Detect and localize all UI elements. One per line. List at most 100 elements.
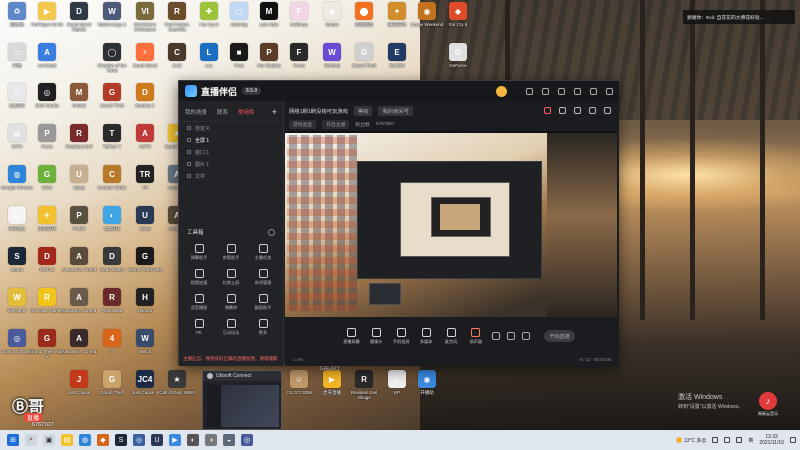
desktop-shortcut[interactable]: ■ Free xyxy=(222,43,256,79)
ubisoft-connect-preview[interactable]: Ubisoft Connect xyxy=(202,370,282,430)
desktop-shortcut[interactable]: ◆ Far Cry 6 xyxy=(441,2,475,38)
desktop-shortcut[interactable]: ▯ QQ音乐 xyxy=(0,83,34,119)
scene-item[interactable]: 窗口 1 xyxy=(179,146,283,158)
notification-center-icon[interactable] xyxy=(790,437,796,443)
desktop-shortcut[interactable]: Q 腾讯QQ xyxy=(0,206,34,242)
desktop-shortcut[interactable]: P Par Studios xyxy=(252,43,286,79)
netease-music-shortcut[interactable]: ♪ 网易云音乐 xyxy=(758,392,778,417)
source-camera-button[interactable]: 摄像头 xyxy=(368,327,385,345)
gift-icon[interactable] xyxy=(544,107,551,114)
desktop-shortcut[interactable]: ◉ Gorge Weekend xyxy=(410,2,444,38)
uplay-icon[interactable]: U xyxy=(151,434,163,446)
task-view-icon[interactable]: ▣ xyxy=(43,434,55,446)
desktop-shortcut[interactable]: D Destiny 2 xyxy=(128,83,162,119)
desktop-shortcut[interactable]: ☺ CS:GO 3DM xyxy=(282,370,316,406)
desktop-shortcut[interactable]: M MafiaII xyxy=(62,83,96,119)
search-icon[interactable]: ⌕ xyxy=(25,434,37,446)
desktop-shortcut[interactable]: F Forza xyxy=(282,43,316,79)
desktop-shortcut[interactable]: ✚ Far Cry 6 xyxy=(192,2,226,38)
tab-contact[interactable]: 联系 xyxy=(217,108,228,116)
desktop-shortcut[interactable]: C CoD xyxy=(160,43,194,79)
source-media-button[interactable]: 多媒体 xyxy=(418,327,435,345)
eye-icon[interactable] xyxy=(507,332,516,340)
desktop-shortcut[interactable]: A Ant-Dash xyxy=(30,43,64,79)
tool-item[interactable]: 礼物上屏 xyxy=(215,269,247,286)
desktop-shortcut[interactable]: ◯ Shadow of the Tomb xyxy=(95,43,129,79)
eye-icon[interactable] xyxy=(187,162,191,166)
desktop-shortcut[interactable]: P PUBG xyxy=(62,206,96,242)
app-icon[interactable]: ◒ xyxy=(223,434,235,446)
source-screen-button[interactable]: 直播屏幕 xyxy=(343,327,360,345)
desktop-shortcut[interactable]: U Uplay xyxy=(128,206,162,242)
desktop-shortcut[interactable]: W Watch xyxy=(128,329,162,365)
desktop-shortcut[interactable]: H Hitman xyxy=(128,288,162,324)
desktop-shortcut[interactable]: ▶ 虎牙直播 xyxy=(315,370,349,406)
app-icon[interactable]: ◆ xyxy=(97,434,109,446)
tool-item[interactable]: 弹幕库 xyxy=(215,294,247,311)
tool-item[interactable]: 弹幕助手 xyxy=(183,244,215,261)
steam-icon[interactable]: S xyxy=(115,434,127,446)
source-phone-button[interactable]: 手机投屏 xyxy=(393,327,410,345)
desktop-shortcut[interactable]: JC4 Just Cause 4 xyxy=(128,370,162,406)
desktop-shortcut[interactable]: R Red Faction Guerrilla xyxy=(160,2,194,38)
desktop-shortcut[interactable]: A Assassin's Creed xyxy=(62,329,96,365)
desktop-shortcut[interactable]: R Red Dead xyxy=(95,288,129,324)
tab-common[interactable]: 常用件 xyxy=(238,108,255,116)
desktop-shortcut[interactable]: L LoL xyxy=(192,43,226,79)
desktop-shortcut[interactable]: ▤ IGTV xyxy=(0,124,34,160)
desktop-shortcut[interactable]: TR TR xyxy=(128,165,162,201)
tool-item[interactable]: 房间管理 xyxy=(247,269,279,286)
desktop-shortcut[interactable]: G Grand Theft xyxy=(95,370,129,406)
desktop-shortcut[interactable]: W Watch Dogs 2 xyxy=(95,2,129,38)
app-icon[interactable]: ◎ xyxy=(133,434,145,446)
chrome-icon[interactable]: ◍ xyxy=(79,434,91,446)
desktop-shortcut[interactable]: R Resident Evil Village xyxy=(347,370,381,406)
desktop-shortcut[interactable]: J Just Cause xyxy=(62,370,96,406)
desktop-shortcut[interactable]: A Assassin's Creed xyxy=(62,288,96,324)
desktop-shortcut[interactable]: A Assassin's Creed xyxy=(62,247,96,283)
file-explorer-icon[interactable]: ▤ xyxy=(61,434,73,446)
app-icon[interactable]: ◐ xyxy=(187,434,199,446)
bag-icon[interactable] xyxy=(574,107,581,114)
close-icon[interactable] xyxy=(606,87,613,95)
desktop-shortcut[interactable]: ▢ wbtchdg xyxy=(222,2,256,38)
desktop-shortcut[interactable]: G Grand Theft Auto V xyxy=(30,329,64,365)
share-icon[interactable] xyxy=(604,107,611,114)
desktop-shortcut[interactable]: W WeMod xyxy=(315,43,349,79)
desktop-shortcut[interactable]: VI Sid Meier's Civilization xyxy=(128,2,162,38)
scene-item[interactable]: 图片 1 xyxy=(179,158,283,170)
desktop-shortcut[interactable]: G Grand Theft xyxy=(347,43,381,79)
app-icon[interactable]: ◑ xyxy=(205,434,217,446)
desktop-shortcut[interactable]: M Lets Sale xyxy=(252,2,286,38)
tab-my-scenes[interactable]: 我的场景 xyxy=(185,108,207,116)
record-icon[interactable] xyxy=(492,332,501,340)
minimize-icon[interactable] xyxy=(574,87,581,95)
stream-preview[interactable] xyxy=(285,131,617,317)
desktop-shortcut[interactable]: A ASTR xyxy=(128,124,162,160)
desktop-shortcut[interactable]: ♻ 回收站 xyxy=(0,2,34,38)
clock[interactable]: 13:32 2021/11/16 xyxy=(759,434,784,446)
ubisoft-connect-icon[interactable]: ◎ xyxy=(241,434,253,446)
scene-item[interactable]: 全屏 1 xyxy=(179,134,283,146)
desktop-shortcut[interactable]: T Tekken 7 xyxy=(95,124,129,160)
desktop-shortcut[interactable]: ▶ PotPlayer 64 bit xyxy=(30,2,64,38)
desktop-shortcut[interactable]: ◎ OBS Studio xyxy=(30,83,64,119)
bell-icon[interactable] xyxy=(589,107,596,114)
weather-widget[interactable]: 13°C 多云 xyxy=(675,437,706,444)
desktop-shortcut[interactable]: 44 xyxy=(95,329,129,365)
start-stream-button[interactable]: 开始直播 xyxy=(544,330,576,342)
microphone-button[interactable]: 麦克风 xyxy=(443,327,460,345)
speaker-button[interactable]: 扬声器 xyxy=(467,327,484,345)
desktop-shortcut[interactable]: ☻ Steam xyxy=(315,2,349,38)
desktop-shortcut[interactable]: ⚡ Dead Island xyxy=(128,43,162,79)
desktop-shortcut[interactable]: ◉ 开播助 xyxy=(410,370,444,406)
desktop-shortcut[interactable]: ✦ 腾讯游戏 xyxy=(380,2,414,38)
settings-icon[interactable] xyxy=(542,87,549,95)
desktop-shortcut[interactable]: D DOTA2 xyxy=(30,247,64,283)
help-icon[interactable] xyxy=(268,228,275,236)
tool-item[interactable]: 互动玩法 xyxy=(215,319,247,336)
category-chip[interactable]: 游戏类型 xyxy=(289,120,317,129)
eye-icon[interactable] xyxy=(187,138,191,142)
menu-icon[interactable] xyxy=(558,87,565,95)
scene-item[interactable]: 文字 xyxy=(179,170,283,182)
